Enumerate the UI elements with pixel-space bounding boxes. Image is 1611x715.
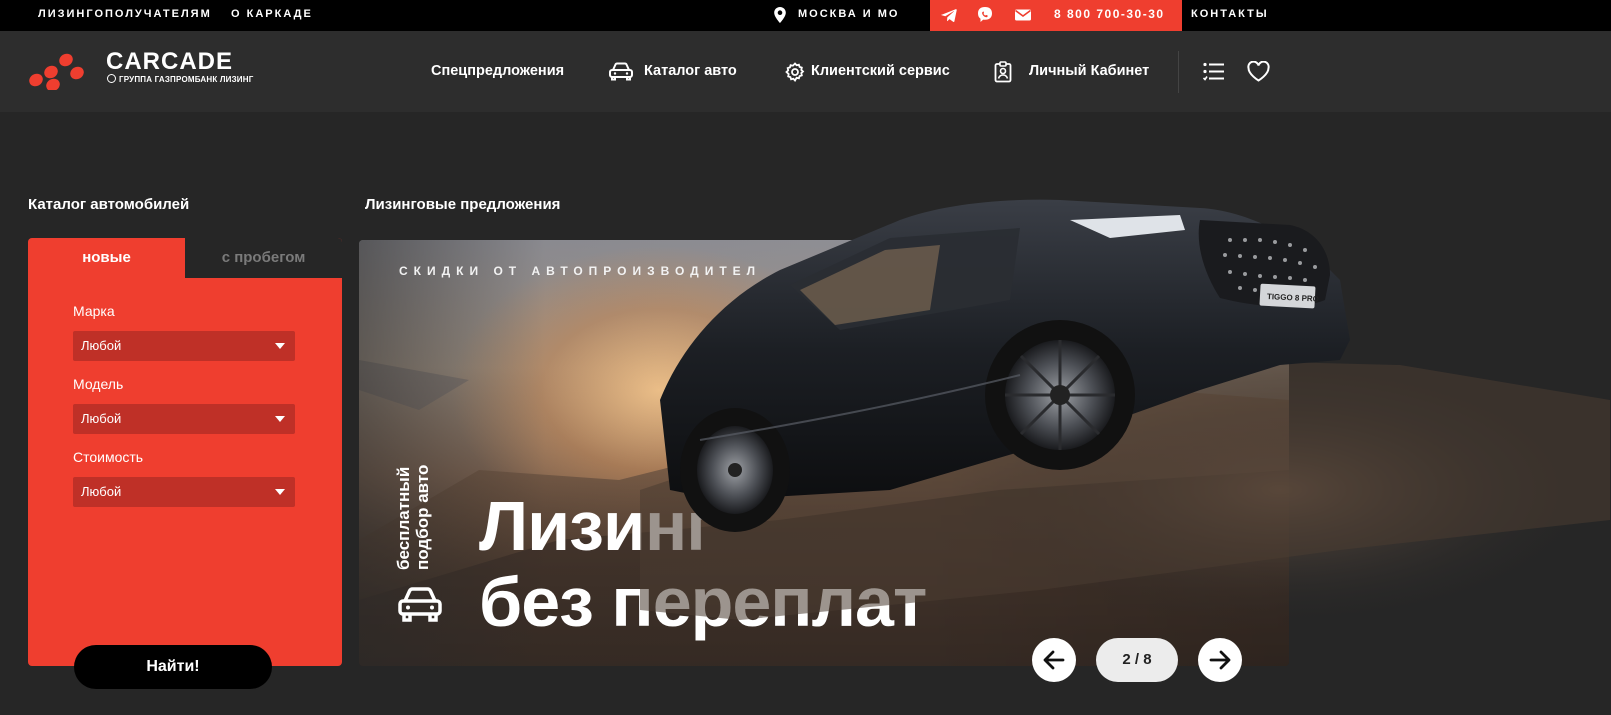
brand-select[interactable]: Любой	[73, 331, 295, 361]
brand-name[interactable]: CARCADE	[106, 48, 233, 76]
banner-vertical-text: бесплатный подбор авто	[394, 464, 432, 570]
brand-subtitle: ГРУППА ГАЗПРОМБАНК ЛИЗИНГ	[107, 74, 253, 84]
chevron-down-icon	[275, 489, 285, 495]
prev-slide-button[interactable]	[1032, 638, 1076, 682]
heart-icon[interactable]	[1247, 61, 1270, 82]
search-button[interactable]: Найти!	[74, 645, 272, 689]
telegram-icon[interactable]	[940, 6, 958, 24]
link-lessees[interactable]: Лизингополучателям	[38, 0, 212, 31]
suv-car-image: TIGGO 8 PRO	[640, 199, 1610, 630]
nav-personal-account[interactable]: Личный Кабинет	[1029, 31, 1149, 112]
model-select-value: Любой	[81, 411, 122, 426]
main-header: CARCADE ГРУППА ГАЗПРОМБАНК ЛИЗИНГ Спецпр…	[0, 31, 1611, 112]
next-slide-button[interactable]	[1198, 638, 1242, 682]
nav-client-service[interactable]: Клиентский сервис	[811, 31, 950, 112]
price-label: Стоимость	[73, 449, 144, 465]
gear-icon	[785, 62, 805, 82]
mail-icon[interactable]	[1014, 6, 1032, 24]
viber-icon[interactable]	[976, 6, 994, 24]
catalog-title: Каталог автомобилей	[28, 196, 190, 213]
slide-counter: 2 / 8	[1096, 638, 1178, 682]
top-bar: Лизингополучателям О каркаде Москва и МО…	[0, 0, 1611, 31]
model-select[interactable]: Любой	[73, 404, 295, 434]
arrow-right-icon	[1209, 650, 1231, 670]
price-select[interactable]: Любой	[73, 477, 295, 507]
nav-catalog[interactable]: Каталог авто	[644, 31, 737, 112]
car-icon	[398, 587, 442, 622]
chevron-down-icon	[275, 416, 285, 422]
offers-title: Лизинговые предложения	[365, 196, 561, 213]
gazprombank-icon	[107, 74, 116, 83]
badge-icon	[994, 61, 1012, 83]
contact-strip: 8 800 700-30-30	[930, 0, 1182, 31]
brand-label: Марка	[73, 303, 115, 319]
catalog-filter-panel: новые с пробегом Марка Любой Модель Любо…	[28, 238, 342, 666]
model-label: Модель	[73, 376, 124, 392]
header-divider	[1178, 51, 1179, 93]
compare-list-icon[interactable]	[1203, 62, 1224, 81]
nav-special-offers[interactable]: Спецпредложения	[431, 31, 564, 112]
car-icon	[609, 62, 633, 81]
link-contacts[interactable]: Контакты	[1191, 0, 1269, 31]
arrow-left-icon	[1043, 650, 1065, 670]
carcade-logo[interactable]	[28, 50, 90, 90]
tab-used[interactable]: с пробегом	[185, 238, 342, 278]
location-pin-icon	[774, 7, 786, 23]
brand-select-value: Любой	[81, 338, 122, 353]
brand-subtitle-text: ГРУППА ГАЗПРОМБАНК ЛИЗИНГ	[119, 75, 254, 84]
chevron-down-icon	[275, 343, 285, 349]
tab-new[interactable]: новые	[28, 238, 185, 278]
phone-number[interactable]: 8 800 700-30-30	[1054, 0, 1165, 28]
city-selector[interactable]: Москва и МО	[798, 0, 899, 31]
link-about[interactable]: О каркаде	[231, 0, 313, 31]
price-select-value: Любой	[81, 484, 122, 499]
